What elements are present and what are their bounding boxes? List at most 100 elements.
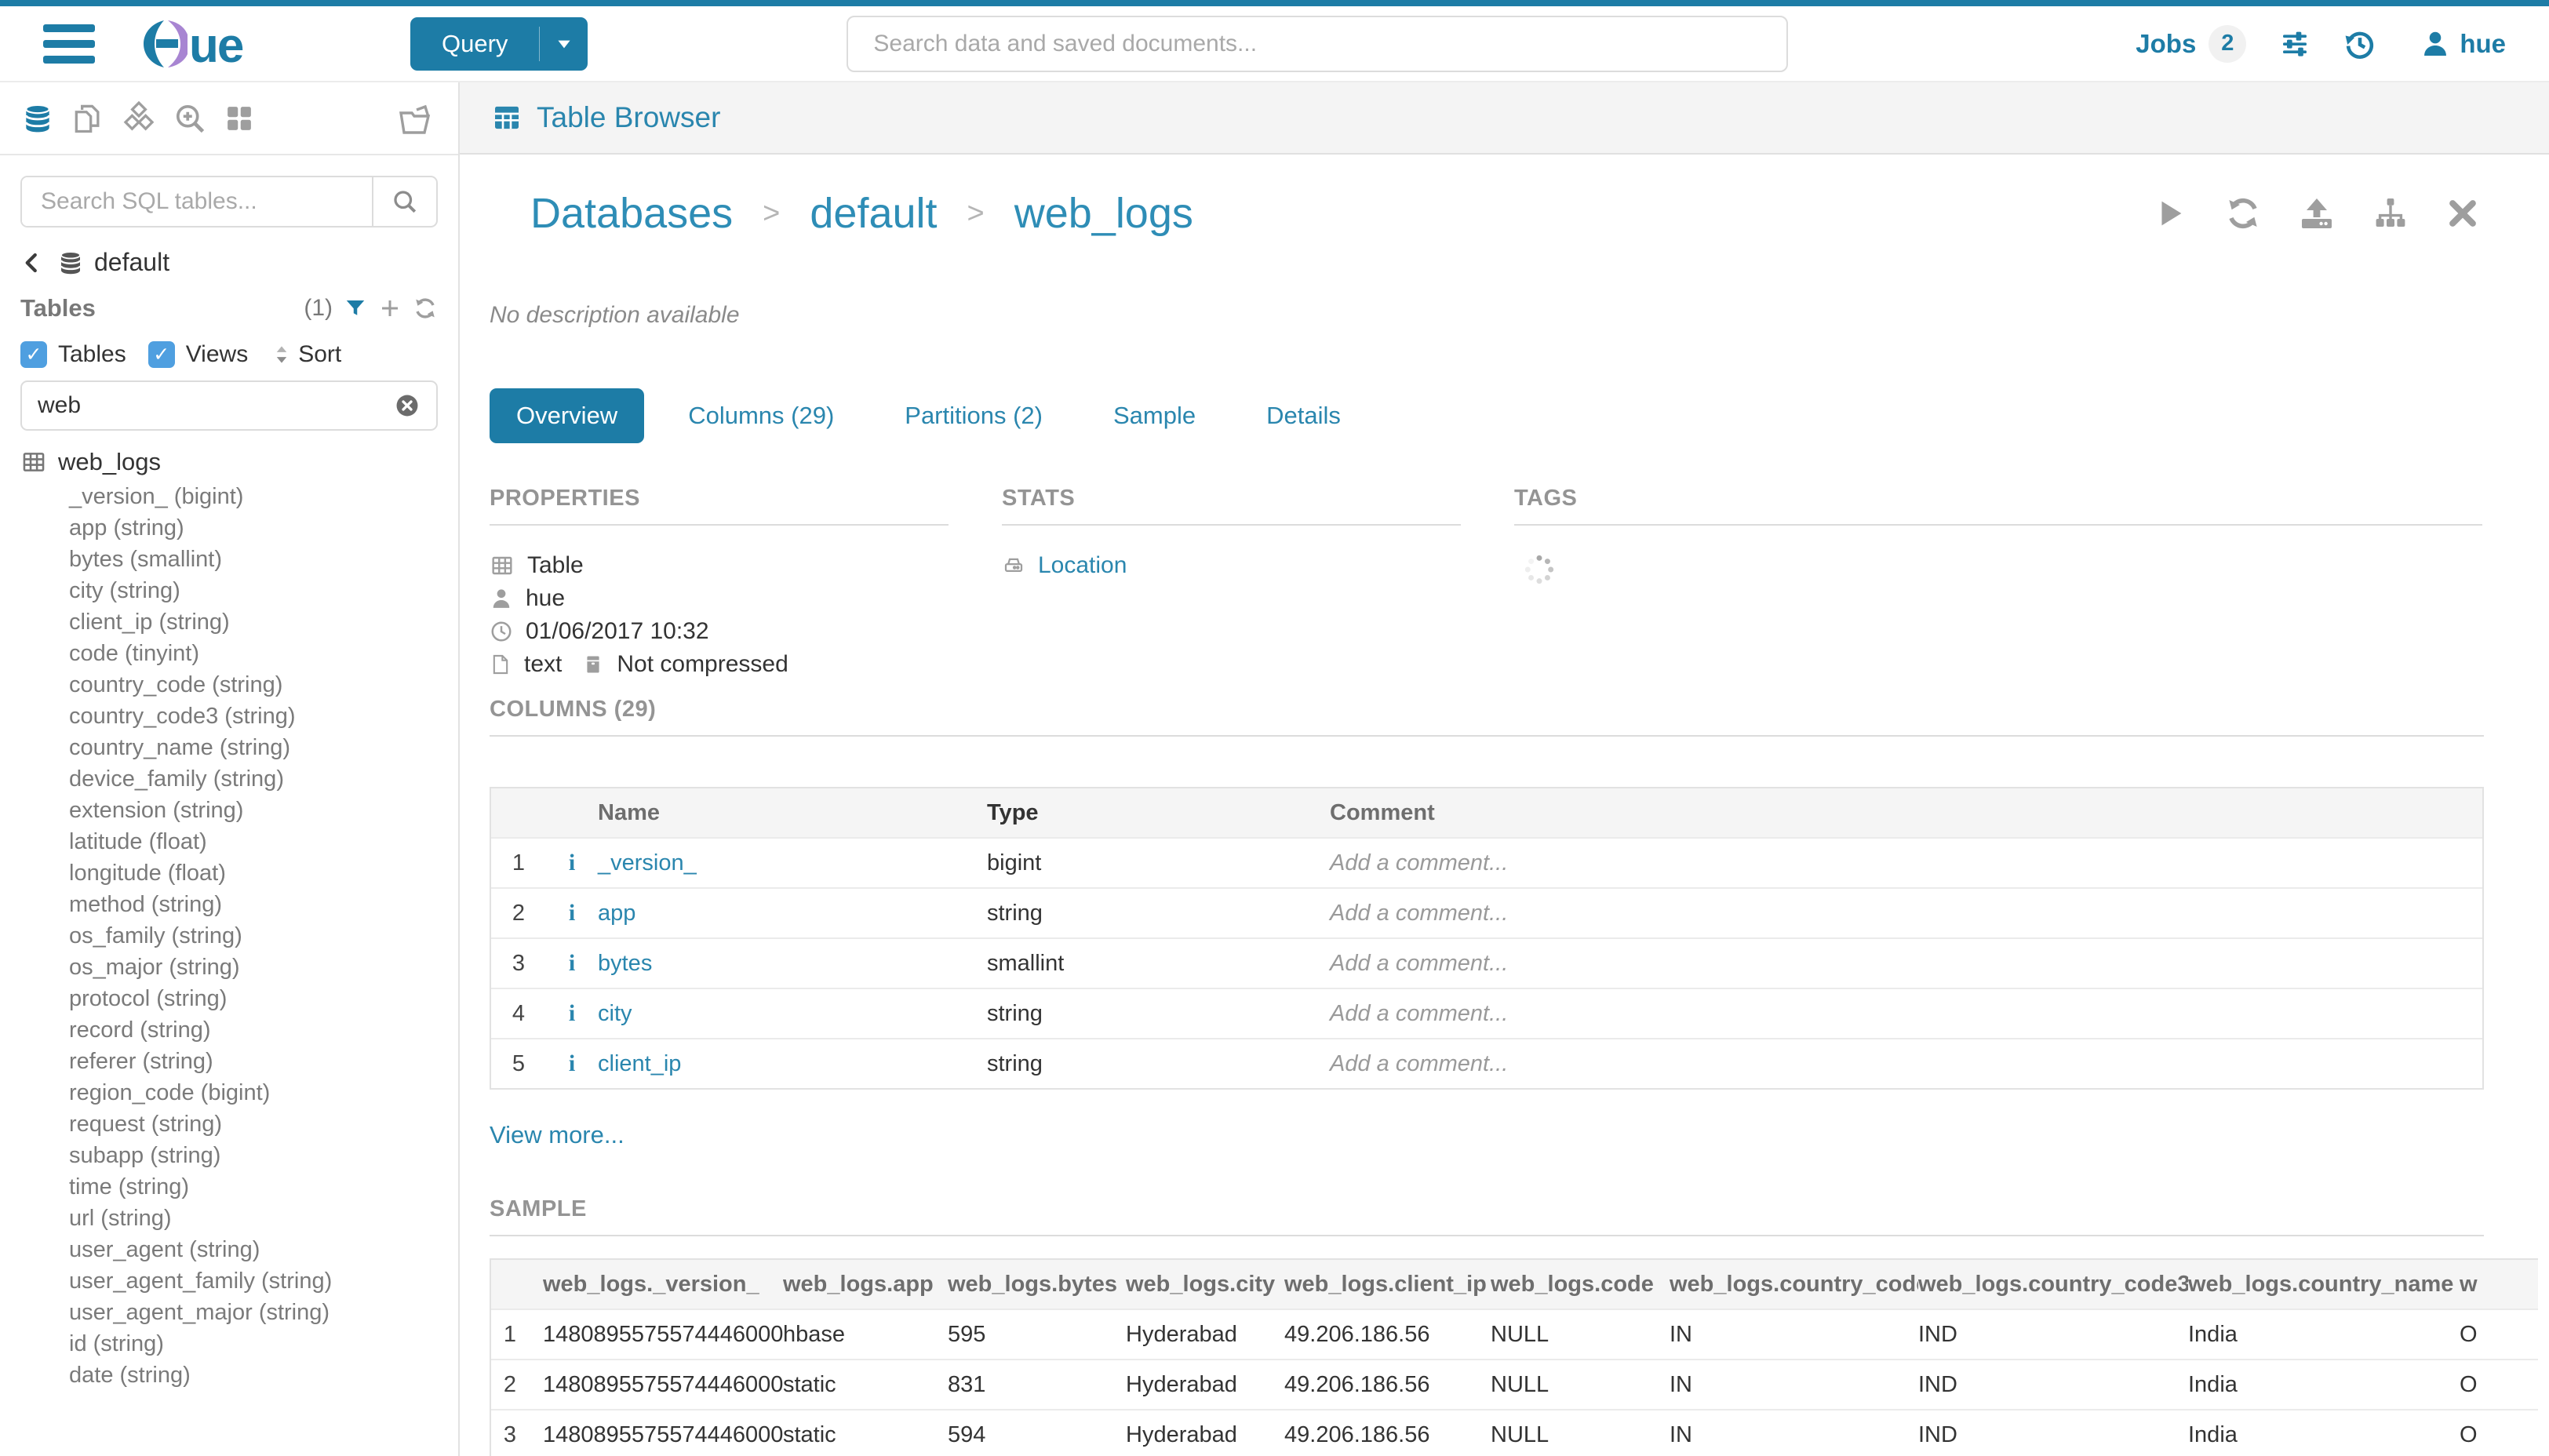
sort-toggle[interactable]: Sort <box>270 341 341 368</box>
tables-title: Tables <box>20 294 96 322</box>
tree-column-item[interactable]: record (string) <box>0 1014 458 1046</box>
info-icon[interactable]: i <box>569 1050 575 1076</box>
tree-column-item[interactable]: protocol (string) <box>0 983 458 1014</box>
view-more-link[interactable]: View more... <box>490 1121 2484 1149</box>
tab-sample[interactable]: Sample <box>1087 388 1222 443</box>
table-description[interactable]: No description available <box>490 302 2549 329</box>
assist-tab-import[interactable] <box>395 100 433 137</box>
tree-column-item[interactable]: longitude (float) <box>0 857 458 889</box>
query-table-button[interactable] <box>2152 195 2188 231</box>
tree-column-item[interactable]: app (string) <box>0 512 458 544</box>
assist-tab-sql[interactable] <box>20 101 55 136</box>
column-comment-placeholder[interactable]: Add a comment... <box>1330 850 2482 876</box>
tree-column-item[interactable]: subapp (string) <box>0 1140 458 1171</box>
breadcrumb-default[interactable]: default <box>810 189 937 238</box>
info-icon[interactable]: i <box>569 900 575 926</box>
checkbox-views-label[interactable]: Views <box>186 341 248 368</box>
back-chevron-icon[interactable] <box>20 251 44 275</box>
close-button[interactable] <box>2445 196 2480 231</box>
jobs-count-badge[interactable]: 2 <box>2209 25 2246 63</box>
assist-tab-apps[interactable] <box>223 102 256 135</box>
tree-table-web-logs[interactable]: web_logs <box>0 443 458 481</box>
column-name-link[interactable]: city <box>598 1001 987 1027</box>
tree-column-item[interactable]: device_family (string) <box>0 763 458 795</box>
tree-column-item[interactable]: city (string) <box>0 575 458 606</box>
tab-columns-29[interactable]: Columns (29) <box>661 388 861 443</box>
history-button[interactable] <box>2343 27 2376 60</box>
query-dropdown-toggle[interactable] <box>539 27 588 61</box>
hue-logo[interactable]: ue <box>140 18 294 70</box>
tree-column-item[interactable]: client_ip (string) <box>0 606 458 638</box>
tree-column-item[interactable]: bytes (smallint) <box>0 544 458 575</box>
user-icon <box>490 587 513 610</box>
info-icon[interactable]: i <box>569 950 575 976</box>
column-name-link[interactable]: _version_ <box>598 850 987 876</box>
tree-column-item[interactable]: region_code (bigint) <box>0 1077 458 1108</box>
tab-overview[interactable]: Overview <box>490 388 644 443</box>
tree-column-item[interactable]: latitude (float) <box>0 826 458 857</box>
column-name-link[interactable]: app <box>598 901 987 926</box>
column-comment-placeholder[interactable]: Add a comment... <box>1330 951 2482 977</box>
tree-column-item[interactable]: _version_ (bigint) <box>0 481 458 512</box>
global-search-input[interactable] <box>847 16 1788 72</box>
tree-column-item[interactable]: user_agent (string) <box>0 1234 458 1265</box>
info-icon[interactable]: i <box>569 1000 575 1026</box>
sample-cell: O <box>2460 1372 2538 1398</box>
lineage-button[interactable] <box>2372 195 2409 232</box>
tree-column-item[interactable]: user_agent_family (string) <box>0 1265 458 1297</box>
info-icon[interactable]: i <box>569 850 575 875</box>
tree-column-item[interactable]: country_code3 (string) <box>0 701 458 732</box>
sample-cell: 1480895575574446000 <box>543 1422 783 1448</box>
assist-tab-search[interactable] <box>173 101 207 136</box>
column-comment-placeholder[interactable]: Add a comment... <box>1330 1051 2482 1077</box>
tree-column-item[interactable]: user_agent_major (string) <box>0 1297 458 1328</box>
tree-column-item[interactable]: method (string) <box>0 889 458 920</box>
breadcrumb-databases[interactable]: Databases <box>530 189 733 238</box>
add-table-icon[interactable] <box>378 297 402 320</box>
hamburger-menu-icon[interactable] <box>43 24 95 64</box>
assist-tab-documents[interactable] <box>71 101 105 136</box>
breadcrumb-web-logs[interactable]: web_logs <box>1014 189 1193 238</box>
tree-column-item[interactable]: os_major (string) <box>0 952 458 983</box>
tree-column-item[interactable]: country_code (string) <box>0 669 458 701</box>
refresh-tables-icon[interactable] <box>413 296 438 321</box>
query-button[interactable]: Query <box>410 17 588 71</box>
column-comment-placeholder[interactable]: Add a comment... <box>1330 1001 2482 1027</box>
checkbox-tables-label[interactable]: Tables <box>58 341 126 368</box>
upload-table-button[interactable] <box>2298 195 2336 232</box>
clear-filter-icon[interactable] <box>394 392 421 419</box>
current-database-label[interactable]: default <box>94 248 169 277</box>
tab-details[interactable]: Details <box>1240 388 1367 443</box>
tab-partitions-2[interactable]: Partitions (2) <box>878 388 1069 443</box>
location-link[interactable]: Location <box>1038 552 1127 579</box>
tree-column-item[interactable]: referer (string) <box>0 1046 458 1077</box>
column-comment-placeholder[interactable]: Add a comment... <box>1330 901 2482 926</box>
filter-funnel-icon[interactable] <box>344 297 367 320</box>
tree-table-label: web_logs <box>58 448 161 476</box>
sort-label: Sort <box>298 341 341 368</box>
tree-column-item[interactable]: request (string) <box>0 1108 458 1140</box>
tree-column-item[interactable]: time (string) <box>0 1171 458 1203</box>
tree-column-item[interactable]: code (tinyint) <box>0 638 458 669</box>
checkbox-views[interactable]: ✓ <box>148 341 175 368</box>
jobs-settings-button[interactable] <box>2279 28 2310 60</box>
sql-table-search-button[interactable] <box>372 177 436 226</box>
tree-column-item[interactable]: url (string) <box>0 1203 458 1234</box>
column-name-link[interactable]: bytes <box>598 951 987 977</box>
sql-table-search-input[interactable] <box>22 177 372 226</box>
user-menu[interactable]: hue <box>2420 29 2506 59</box>
tree-column-item[interactable]: os_family (string) <box>0 920 458 952</box>
tree-column-item[interactable]: id (string) <box>0 1328 458 1360</box>
sample-table-scroll[interactable]: web_logs._version_web_logs.appweb_logs.b… <box>490 1258 2538 1456</box>
tree-column-item[interactable]: extension (string) <box>0 795 458 826</box>
columns-table-header-row: Name Type Comment <box>491 788 2482 837</box>
checkbox-tables[interactable]: ✓ <box>20 341 47 368</box>
table-filter-input[interactable] <box>38 392 394 419</box>
assist-tab-functions[interactable] <box>121 100 157 136</box>
tree-column-item[interactable]: country_name (string) <box>0 732 458 763</box>
refresh-table-button[interactable] <box>2224 195 2262 232</box>
column-name-link[interactable]: client_ip <box>598 1051 987 1077</box>
row-number: 1 <box>491 850 546 876</box>
jobs-link[interactable]: Jobs <box>2136 29 2196 59</box>
tree-column-item[interactable]: date (string) <box>0 1360 458 1391</box>
